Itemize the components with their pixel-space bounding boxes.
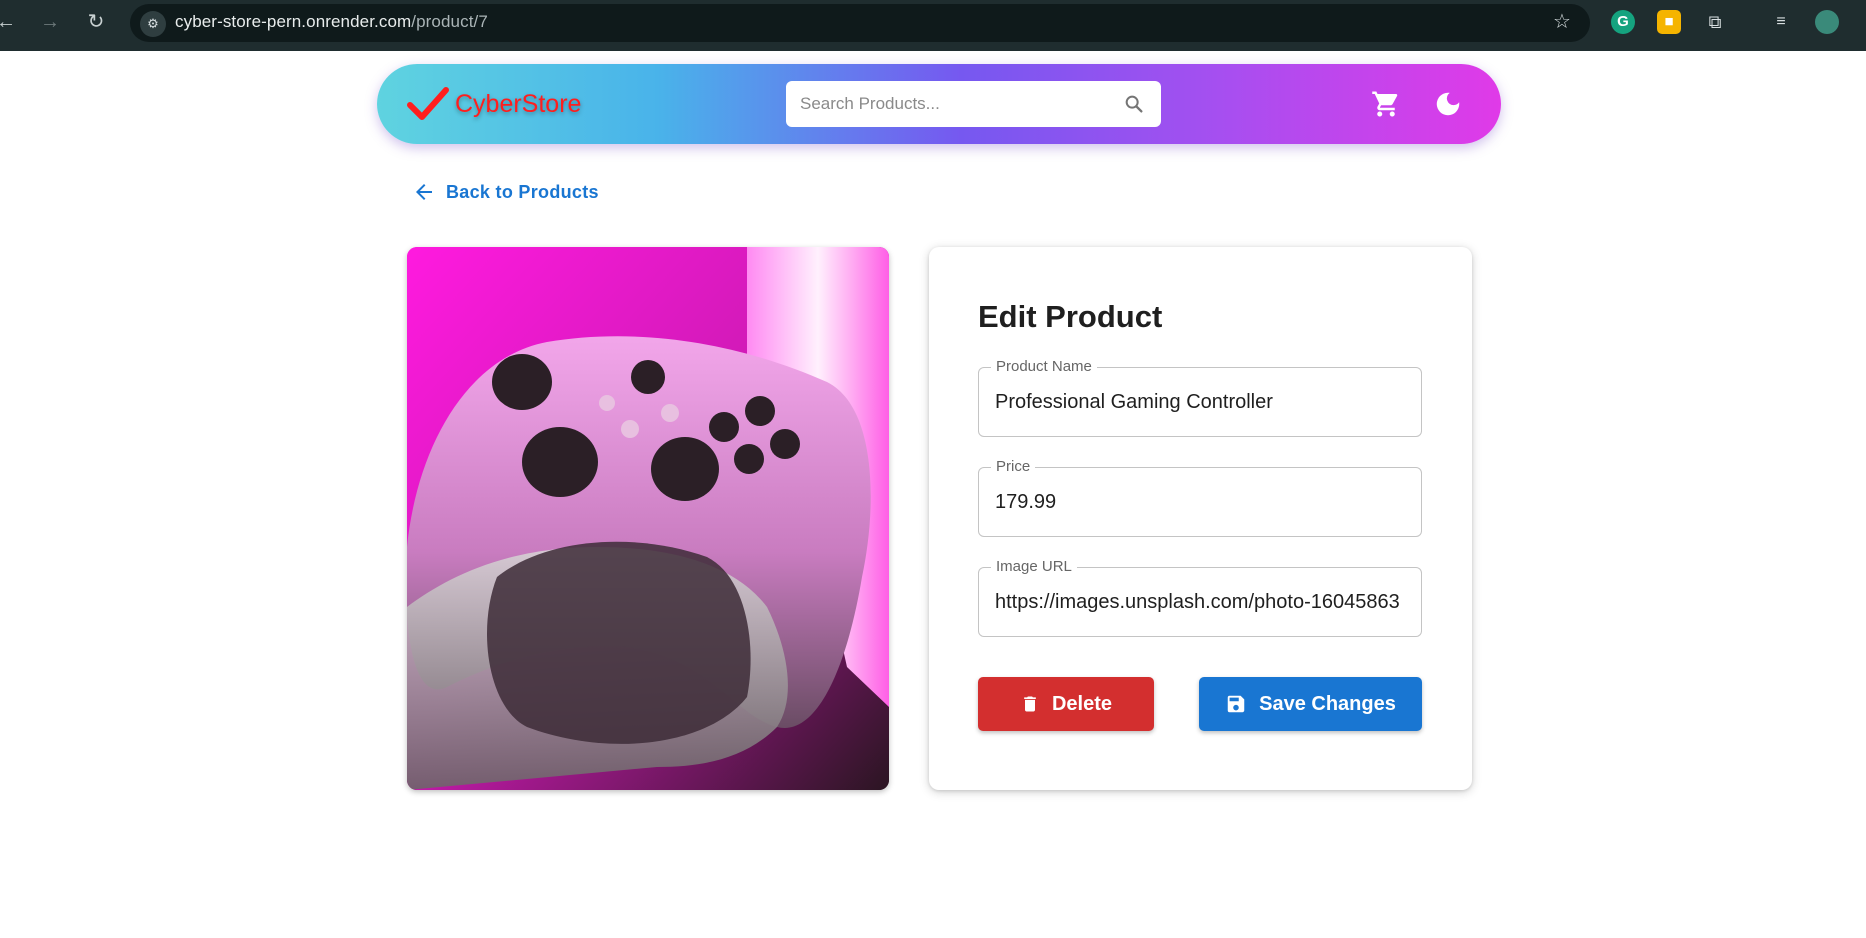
edit-product-card: Edit Product Product Name Price Image UR…: [929, 247, 1472, 790]
delete-button-label: Delete: [1051, 692, 1113, 715]
image-url-field: Image URL: [978, 558, 1422, 637]
logo-check-icon: [407, 87, 449, 120]
browser-toolbar: ← → ↻ ⚙ cyber-store-pern.onrender.com/pr…: [0, 0, 1866, 51]
delete-button[interactable]: Delete: [978, 677, 1154, 731]
trash-icon: [1024, 696, 1036, 712]
logo[interactable]: CyberStore: [407, 86, 581, 122]
extension-yellow-icon[interactable]: ■: [1657, 10, 1681, 34]
url-host: cyber-store-pern.onrender.com: [175, 12, 412, 31]
back-nav-icon[interactable]: ←: [0, 10, 18, 34]
card-title: Edit Product: [978, 299, 1163, 334]
dark-mode-moon-icon[interactable]: [1433, 89, 1463, 119]
reload-icon[interactable]: ↻: [84, 10, 108, 34]
search-input[interactable]: [800, 91, 1100, 117]
url-path: /product/7: [411, 12, 488, 31]
save-floppy-icon: [1227, 695, 1245, 713]
forward-nav-icon[interactable]: →: [38, 10, 62, 34]
price-input[interactable]: [995, 488, 1407, 516]
product-name-label: Product Name: [991, 358, 1097, 375]
product-name-field: Product Name: [978, 358, 1422, 437]
app-header: CyberStore: [377, 64, 1501, 144]
back-to-products-link[interactable]: Back to Products: [412, 180, 599, 204]
product-name-input[interactable]: [995, 388, 1407, 416]
product-image: [407, 247, 889, 790]
profile-avatar-icon[interactable]: [1815, 10, 1839, 34]
arrow-left-icon: [416, 184, 432, 200]
search-icon[interactable]: [1123, 93, 1145, 115]
media-queue-icon[interactable]: ≡: [1769, 10, 1793, 34]
site-info-icon[interactable]: ⚙: [140, 11, 166, 37]
save-button-label: Save Changes: [1259, 692, 1396, 715]
price-field: Price: [978, 458, 1422, 537]
game-controller-illustration: [407, 247, 889, 790]
price-label: Price: [991, 458, 1036, 475]
logo-text: CyberStore: [455, 89, 582, 118]
back-link-label: Back to Products: [446, 181, 599, 202]
grammarly-icon[interactable]: G: [1611, 10, 1635, 34]
bookmark-star-icon[interactable]: ☆: [1550, 10, 1574, 34]
extensions-puzzle-icon[interactable]: ⧉: [1703, 10, 1727, 34]
save-changes-button[interactable]: Save Changes: [1199, 677, 1422, 731]
url-text[interactable]: cyber-store-pern.onrender.com/product/7: [175, 12, 488, 32]
image-url-input[interactable]: [995, 588, 1407, 616]
search-box: [786, 81, 1161, 127]
cart-icon[interactable]: [1371, 89, 1401, 119]
image-url-label: Image URL: [991, 558, 1077, 575]
